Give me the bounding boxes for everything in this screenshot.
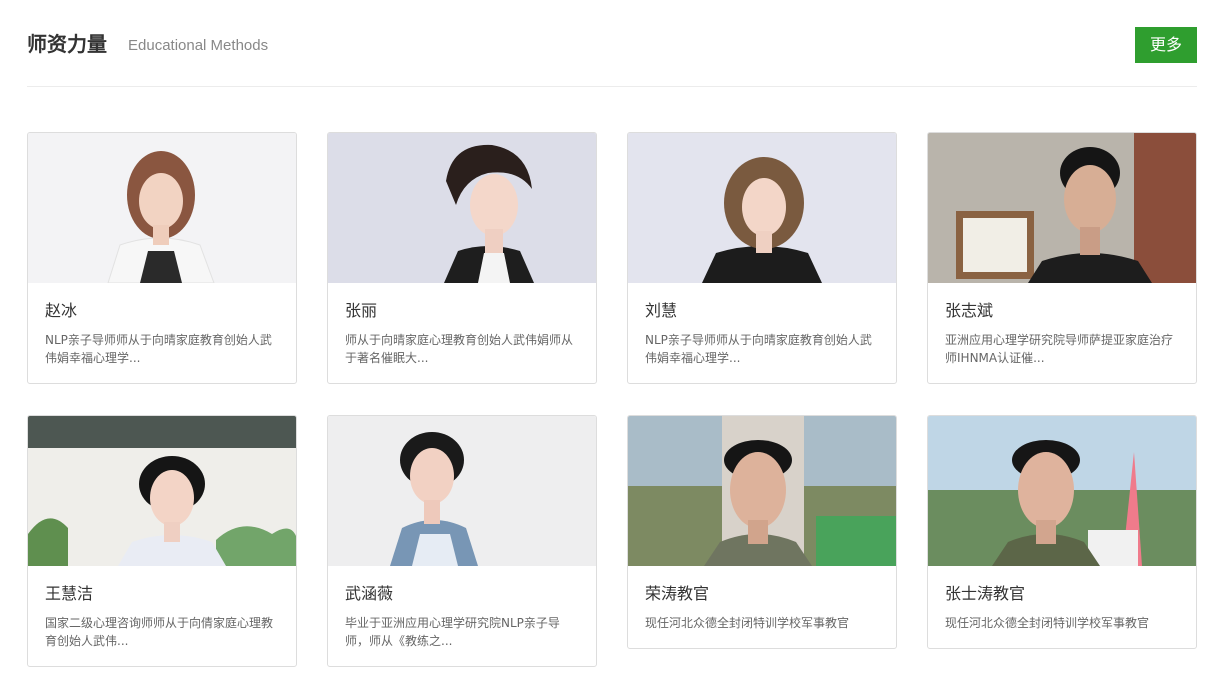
teacher-photo — [28, 416, 296, 566]
teacher-portrait-icon — [328, 133, 596, 283]
teacher-desc: NLP亲子导师师从于向晴家庭教育创始人武伟娟幸福心理学... — [645, 333, 872, 365]
teacher-photo — [928, 416, 1196, 566]
teacher-name: 武涵薇 — [345, 584, 394, 603]
teacher-photo — [628, 133, 896, 283]
teacher-desc: 现任河北众德全封闭特训学校军事教官 — [945, 616, 1150, 630]
teacher-portrait-icon — [28, 416, 296, 566]
teacher-card[interactable]: 武涵薇 毕业于亚洲应用心理学研究院NLP亲子导师，师从《教练之... — [327, 415, 597, 667]
teacher-photo — [328, 133, 596, 283]
teacher-photo — [928, 133, 1196, 283]
more-button[interactable]: 更多 — [1135, 27, 1197, 63]
teacher-card[interactable]: 张志斌 亚洲应用心理学研究院导师萨提亚家庭治疗师IHNMA认证催... — [927, 132, 1197, 384]
teacher-card[interactable]: 张丽 师从于向晴家庭心理教育创始人武伟娟师从于著名催眠大... — [327, 132, 597, 384]
teacher-portrait-icon — [328, 416, 596, 566]
teacher-portrait-icon — [928, 416, 1196, 566]
teacher-desc: 亚洲应用心理学研究院导师萨提亚家庭治疗师IHNMA认证催... — [945, 333, 1174, 365]
teacher-desc: 现任河北众德全封闭特训学校军事教官 — [645, 616, 850, 630]
teacher-portrait-icon — [628, 133, 896, 283]
teacher-desc: NLP亲子导师师从于向晴家庭教育创始人武伟娟幸福心理学... — [45, 333, 272, 365]
teacher-card[interactable]: 刘慧 NLP亲子导师师从于向晴家庭教育创始人武伟娟幸福心理学... — [627, 132, 897, 384]
teacher-portrait-icon — [628, 416, 896, 566]
teacher-photo — [28, 133, 296, 283]
teacher-name: 王慧洁 — [45, 584, 94, 603]
teacher-desc: 毕业于亚洲应用心理学研究院NLP亲子导师，师从《教练之... — [345, 616, 560, 648]
section-title: 师资力量 — [27, 32, 107, 56]
teacher-name: 荣涛教官 — [645, 584, 710, 603]
section-subtitle: Educational Methods — [128, 37, 269, 54]
teacher-card[interactable]: 张士涛教官 现任河北众德全封闭特训学校军事教官 — [927, 415, 1197, 649]
teacher-card[interactable]: 王慧洁 国家二级心理咨询师师从于向倩家庭心理教育创始人武伟... — [27, 415, 297, 667]
teacher-portrait-icon — [28, 133, 296, 283]
teacher-desc: 国家二级心理咨询师师从于向倩家庭心理教育创始人武伟... — [45, 616, 274, 648]
teacher-name: 刘慧 — [645, 301, 678, 320]
teacher-card[interactable]: 荣涛教官 现任河北众德全封闭特训学校军事教官 — [627, 415, 897, 649]
section-header: 师资力量 Educational Methods 更多 — [27, 26, 1197, 87]
teacher-photo — [628, 416, 896, 566]
teacher-name: 张志斌 — [945, 301, 994, 320]
teacher-name: 赵冰 — [45, 301, 78, 320]
teacher-photo — [328, 416, 596, 566]
teacher-name: 张士涛教官 — [945, 584, 1026, 603]
teacher-desc: 师从于向晴家庭心理教育创始人武伟娟师从于著名催眠大... — [345, 333, 574, 365]
teacher-name: 张丽 — [345, 301, 378, 320]
teacher-portrait-icon — [928, 133, 1196, 283]
teacher-card[interactable]: 赵冰 NLP亲子导师师从于向晴家庭教育创始人武伟娟幸福心理学... — [27, 132, 297, 384]
